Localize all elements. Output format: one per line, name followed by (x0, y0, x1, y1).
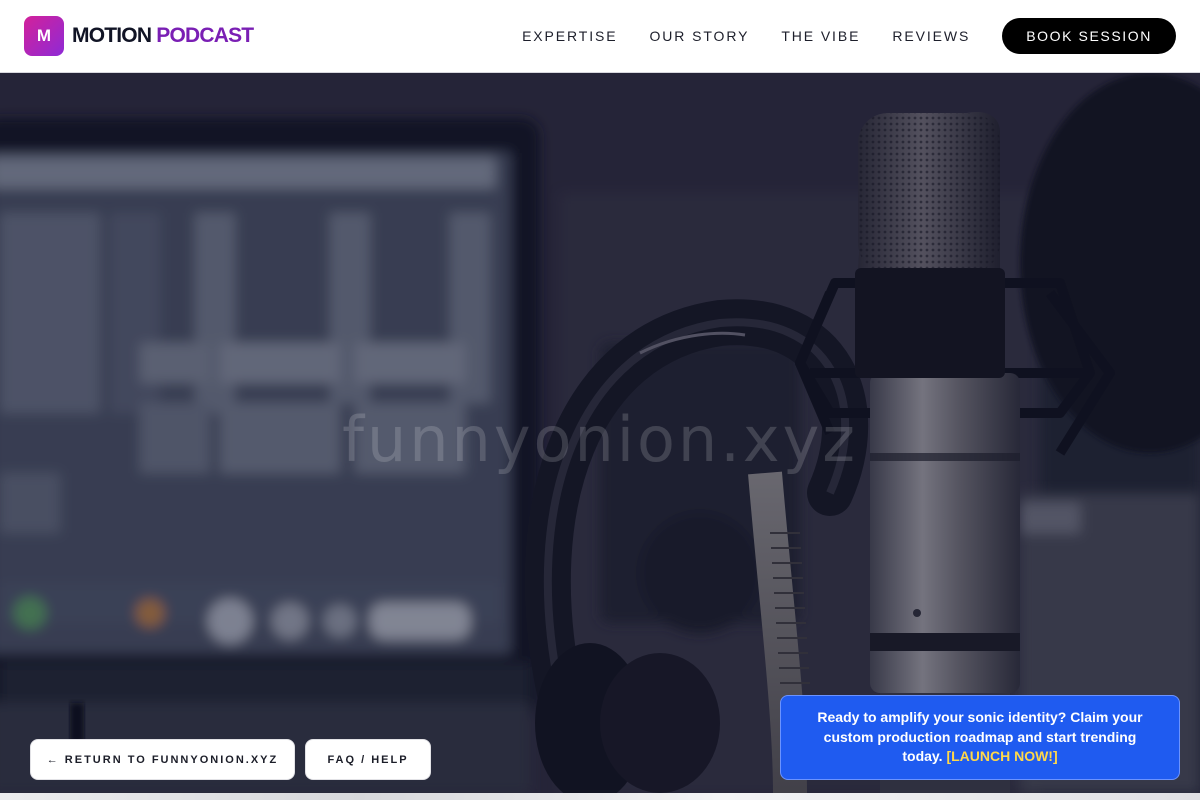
nav-the-vibe[interactable]: THE VIBE (781, 28, 860, 44)
nav-our-story[interactable]: OUR STORY (650, 28, 750, 44)
logo-badge[interactable]: M (24, 16, 64, 56)
book-session-button[interactable]: BOOK SESSION (1002, 18, 1176, 54)
site-header: M MOTION PODCAST EXPERTISE OUR STORY THE… (0, 0, 1200, 73)
brand-name[interactable]: MOTION PODCAST (72, 24, 254, 48)
return-button[interactable]: ← RETURN TO FUNNYONION.XYZ (30, 739, 295, 780)
bottom-strip (0, 793, 1200, 800)
main-nav: EXPERTISE OUR STORY THE VIBE REVIEWS BOO… (522, 18, 1176, 54)
nav-reviews[interactable]: REVIEWS (892, 28, 970, 44)
faq-help-button[interactable]: FAQ / HELP (305, 739, 431, 780)
hero-section: funnyonion.xyz (0, 73, 1200, 793)
cta-box: Ready to amplify your sonic identity? Cl… (780, 695, 1180, 780)
brand-word-motion: MOTION (72, 24, 152, 47)
brand-word-podcast: PODCAST (156, 24, 254, 47)
nav-expertise[interactable]: EXPERTISE (522, 28, 617, 44)
launch-now-link[interactable]: [LAUNCH NOW!] (946, 748, 1057, 764)
watermark-text: funnyonion.xyz (342, 403, 858, 476)
